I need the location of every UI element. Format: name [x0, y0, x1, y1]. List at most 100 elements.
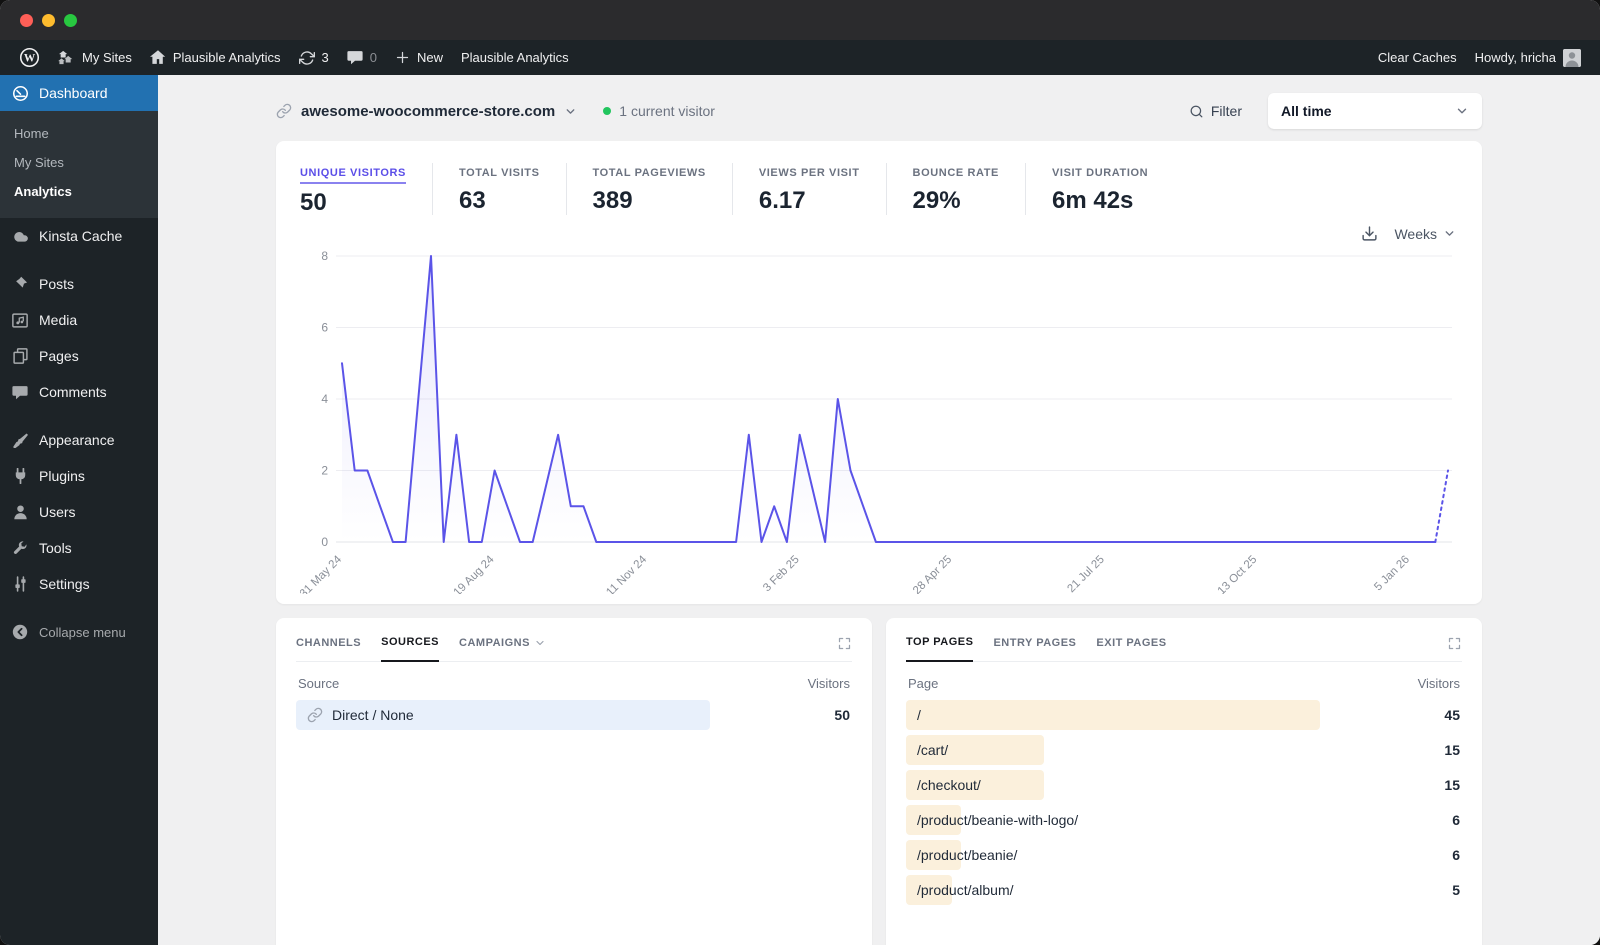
macos-titlebar [0, 0, 1600, 40]
link-icon [276, 103, 292, 119]
column-key: Source [298, 676, 340, 691]
expand-icon[interactable] [1447, 636, 1462, 661]
pages-tabs: TOP PAGES ENTRY PAGES EXIT PAGES [906, 636, 1462, 662]
users-icon [10, 503, 30, 521]
pages-row[interactable]: /product/beanie/6 [906, 840, 1462, 870]
multisite-icon [58, 50, 75, 65]
stat-total-pageviews[interactable]: TOTAL PAGEVIEWS 389 [565, 163, 732, 215]
svg-text:3 Feb 25: 3 Feb 25 [761, 554, 802, 594]
sidebar-item-pages[interactable]: Pages [0, 338, 158, 374]
search-icon [1189, 104, 1204, 119]
updates-menu[interactable]: 3 [290, 40, 338, 75]
stat-label: UNIQUE VISITORS [300, 167, 406, 184]
sidebar-item-tools[interactable]: Tools [0, 530, 158, 566]
plus-icon [395, 50, 410, 65]
stat-label: TOTAL VISITS [458, 167, 540, 179]
current-visitors: 1 current visitor [603, 103, 715, 119]
live-dot [603, 107, 612, 115]
sidebar-item-comments[interactable]: Comments [0, 374, 158, 410]
updates-count: 3 [321, 50, 329, 65]
stat-label: BOUNCE RATE [912, 167, 999, 179]
tab-top-pages[interactable]: TOP PAGES [906, 636, 974, 662]
pages-columns: Page Visitors [908, 676, 1460, 691]
sidebar-subitem-my-sites[interactable]: My Sites [0, 148, 158, 177]
date-range-select[interactable]: All time [1268, 93, 1482, 129]
stat-value: 6m 42s [1051, 187, 1134, 214]
current-page-title: Plausible Analytics [452, 40, 578, 75]
row-bar [906, 700, 1321, 730]
sidebar-item-settings[interactable]: Settings [0, 566, 158, 602]
row-label: /cart/ [917, 742, 949, 758]
stat-unique-visitors[interactable]: UNIQUE VISITORS 50 [300, 163, 432, 217]
comments-icon [10, 383, 30, 401]
site-selector[interactable]: awesome-woocommerce-store.com [276, 103, 577, 120]
site-home-menu[interactable]: Plausible Analytics [141, 40, 290, 75]
pages-panel: TOP PAGES ENTRY PAGES EXIT PAGES Page Visito… [886, 618, 1482, 945]
chevron-down-icon [1455, 104, 1469, 118]
link-icon [307, 707, 323, 723]
sidebar-item-label: Dashboard [39, 85, 108, 101]
stat-label: VIEWS PER VISIT [758, 167, 860, 179]
pages-row[interactable]: /product/beanie-with-logo/6 [906, 805, 1462, 835]
tab-channels[interactable]: CHANNELS [296, 637, 361, 661]
sidebar-item-users[interactable]: Users [0, 494, 158, 530]
my-sites-menu[interactable]: My Sites [49, 40, 141, 75]
svg-text:19 Aug 24: 19 Aug 24 [452, 553, 498, 594]
sidebar-item-kinsta-cache[interactable]: Kinsta Cache [0, 218, 158, 254]
sidebar-item-posts[interactable]: Posts [0, 266, 158, 302]
pages-row[interactable]: /checkout/15 [906, 770, 1462, 800]
sidebar-item-appearance[interactable]: Appearance [0, 422, 158, 458]
expand-icon[interactable] [837, 636, 852, 661]
account-menu[interactable]: Howdy, hricha [1466, 48, 1590, 67]
page-label: Plausible Analytics [461, 50, 569, 65]
column-key: Page [908, 676, 939, 691]
sources-row[interactable]: Direct / None 50 [296, 700, 852, 730]
sidebar-item-label: Pages [39, 348, 79, 364]
interval-label: Weeks [1394, 225, 1437, 242]
collapse-menu-button[interactable]: Collapse menu [0, 614, 158, 650]
download-icon[interactable] [1361, 225, 1378, 242]
close-window-button[interactable] [20, 13, 33, 27]
pages-row[interactable]: /product/album/5 [906, 875, 1462, 905]
site-domain: awesome-woocommerce-store.com [301, 102, 556, 120]
row-value: 6 [1452, 847, 1460, 863]
stats-row: UNIQUE VISITORS 50 TOTAL VISITS 63 TOTAL PAG… [300, 163, 1458, 217]
minimize-window-button[interactable] [42, 13, 55, 27]
settings-icon [10, 575, 30, 593]
app-window: W My Sites Plausible Analytics 3 0 New P… [0, 0, 1600, 945]
sidebar-item-plugins[interactable]: Plugins [0, 458, 158, 494]
dashboard-icon [10, 84, 30, 102]
sidebar-item-media[interactable]: Media [0, 302, 158, 338]
sidebar-item-label: Settings [39, 576, 90, 592]
comments-menu[interactable]: 0 [338, 40, 386, 75]
wordpress-logo-icon: W [19, 47, 40, 68]
svg-text:5 Jan 26: 5 Jan 26 [1372, 554, 1412, 594]
tab-campaigns[interactable]: CAMPAIGNS [459, 637, 546, 661]
sidebar-item-dashboard[interactable]: Dashboard [0, 75, 158, 111]
new-label: New [416, 50, 443, 65]
stat-views-per-visit[interactable]: VIEWS PER VISIT 6.17 [731, 163, 886, 215]
row-label: / [917, 707, 921, 723]
cloud-icon [10, 227, 30, 245]
visitors-card: UNIQUE VISITORS 50 TOTAL VISITS 63 TOTAL PAG… [276, 141, 1482, 604]
tab-sources[interactable]: SOURCES [381, 636, 440, 662]
stat-visit-duration[interactable]: VISIT DURATION 6m 42s [1024, 163, 1174, 215]
row-value: 6 [1452, 812, 1460, 828]
visitors-chart: 0 2 4 6 8 31 May 24 19 Aug 24 11 Nov 24 3 Feb 25… [300, 242, 1458, 594]
interval-select[interactable]: Weeks [1394, 226, 1456, 242]
sidebar-subitem-analytics[interactable]: Analytics [0, 177, 158, 206]
pages-row[interactable]: / 45 [906, 700, 1462, 730]
clear-caches-button[interactable]: Clear Caches [1369, 50, 1466, 65]
stat-total-visits[interactable]: TOTAL VISITS 63 [431, 163, 566, 215]
zoom-window-button[interactable] [64, 13, 77, 27]
new-content-menu[interactable]: New [386, 40, 452, 75]
stat-bounce-rate[interactable]: BOUNCE RATE 29% [885, 163, 1025, 215]
pages-row[interactable]: /cart/15 [906, 735, 1462, 765]
tab-exit-pages[interactable]: EXIT PAGES [1096, 637, 1166, 661]
tab-entry-pages[interactable]: ENTRY PAGES [993, 637, 1076, 661]
row-label: /product/beanie-with-logo/ [917, 812, 1079, 828]
column-value: Visitors [1417, 676, 1460, 691]
sidebar-subitem-home[interactable]: Home [0, 119, 158, 148]
filter-button[interactable]: Filter [1189, 103, 1242, 119]
wp-logo-menu[interactable]: W [10, 40, 49, 75]
